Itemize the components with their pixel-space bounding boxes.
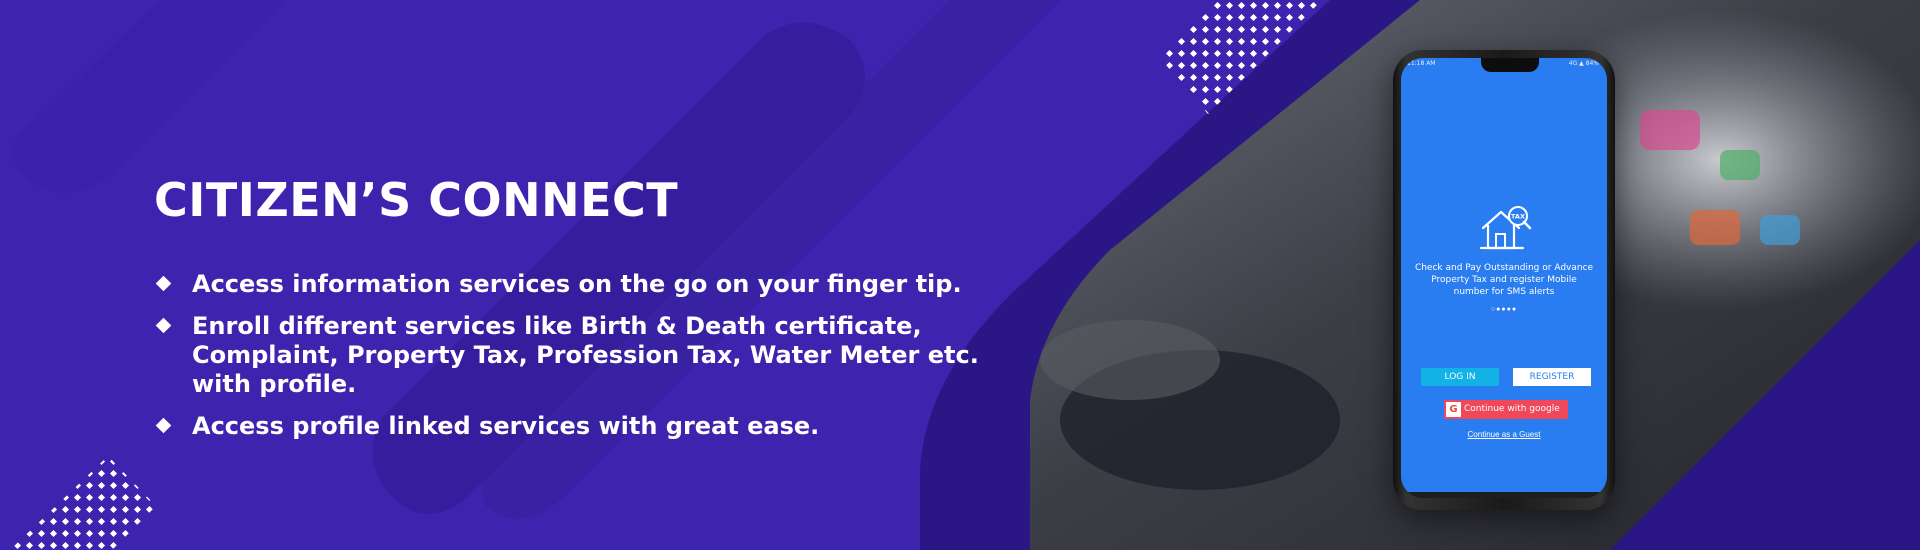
app-splash-screen: 11:18 AM 4G ▲ 84% TAX Check and Pay Outs…: [1401, 58, 1607, 492]
app-tagline: Check and Pay Outstanding or Advance Pro…: [1414, 263, 1594, 297]
diamond-bullet-icon: [155, 275, 172, 292]
google-icon: G: [1446, 402, 1461, 417]
status-time: 11:18 AM: [1407, 60, 1436, 67]
hero-content: CITIZEN’S CONNECT Access information ser…: [154, 170, 1034, 454]
feature-item: Access profile linked services with grea…: [154, 412, 1034, 441]
feature-list: Access information services on the go on…: [154, 270, 1034, 441]
google-signin-button[interactable]: G Continue with google: [1444, 400, 1568, 419]
page-title: CITIZEN’S CONNECT: [154, 173, 679, 227]
loading-indicator: ○●●●●: [1490, 306, 1518, 313]
feature-text: Access profile linked services with grea…: [192, 412, 820, 440]
phone-mockup: 11:18 AM 4G ▲ 84% TAX Check and Pay Outs…: [1393, 50, 1615, 510]
feature-text: Access information services on the go on…: [192, 270, 962, 298]
google-signin-label: Continue with google: [1464, 404, 1560, 414]
feature-text: Enroll different services like Birth & D…: [192, 312, 979, 398]
register-button[interactable]: REGISTER: [1513, 368, 1591, 386]
continue-as-guest-link[interactable]: Continue as a Guest: [1401, 430, 1607, 439]
feature-item: Enroll different services like Birth & D…: [154, 312, 1034, 399]
login-button[interactable]: LOG IN: [1421, 368, 1499, 386]
hero-banner: CITIZEN’S CONNECT Access information ser…: [0, 0, 1920, 550]
house-tax-icon: TAX: [1479, 206, 1532, 250]
status-indicators: 4G ▲ 84%: [1568, 60, 1599, 67]
phone-screen: 11:18 AM 4G ▲ 84% TAX Check and Pay Outs…: [1401, 58, 1607, 498]
phone-notch: [1481, 58, 1539, 72]
diamond-bullet-icon: [155, 417, 172, 434]
feature-item: Access information services on the go on…: [154, 270, 1034, 299]
tax-badge-label: TAX: [1511, 213, 1525, 221]
diamond-bullet-icon: [155, 317, 172, 334]
